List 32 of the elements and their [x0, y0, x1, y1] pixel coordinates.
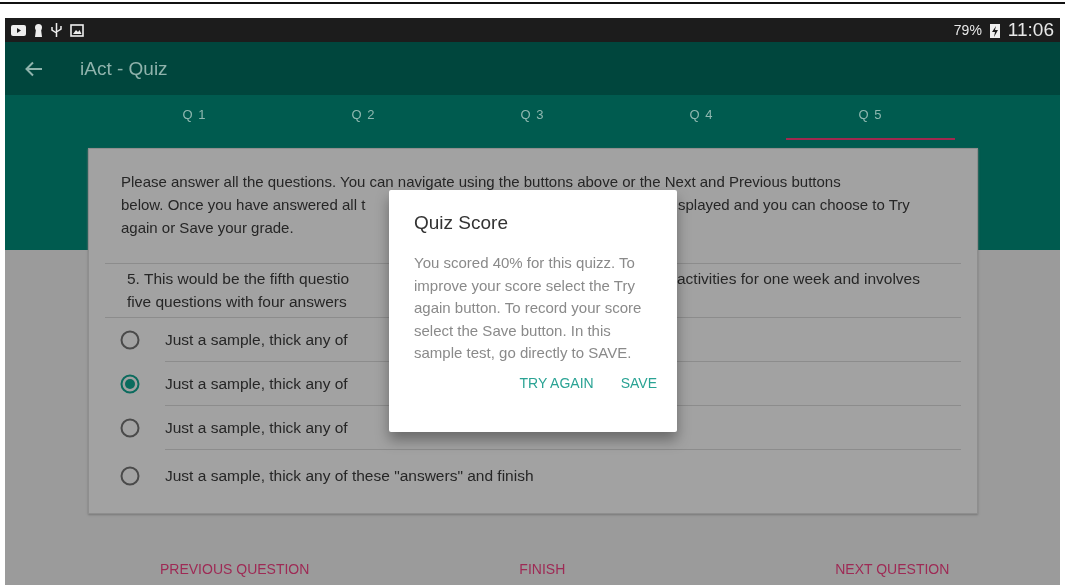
back-arrow-icon[interactable]	[25, 60, 43, 77]
instructions-text: Please answer all the questions. You can navigate using the buttons above or the Next and Previous buttons	[121, 172, 841, 192]
keyhole-icon	[34, 23, 43, 37]
radio-button[interactable]	[120, 330, 140, 350]
image-icon	[70, 23, 84, 37]
battery-icon	[989, 22, 1000, 38]
usb-icon	[51, 23, 62, 37]
radio-button[interactable]	[120, 418, 140, 438]
clock: 11:06	[1007, 19, 1054, 41]
question-text: 5. This would be the fifth questio	[127, 269, 350, 289]
nav-button[interactable]: FINISH	[519, 561, 566, 577]
dialog-title: Quiz Score	[414, 212, 509, 234]
quiz-tab[interactable]: Q 5	[786, 95, 955, 140]
quiz-tab[interactable]: Q 4	[617, 95, 786, 140]
instructions-text: again or Save your grade.	[121, 218, 294, 238]
quiz-tab[interactable]: Q 1	[110, 95, 279, 140]
nav-button[interactable]: NEXT QUESTION	[835, 561, 950, 577]
dialog-button[interactable]: TRY AGAIN	[519, 374, 594, 391]
quiz-tab[interactable]: Q 2	[279, 95, 448, 140]
battery-level: 79%	[953, 22, 982, 38]
radio-button[interactable]	[120, 466, 140, 486]
instructions-text: below. Once you have answered all t	[121, 195, 366, 215]
app-title: iAct - Quiz	[80, 57, 168, 80]
question-text: activities for one week and involves	[677, 269, 920, 289]
radio-button[interactable]	[120, 374, 140, 394]
quiz-tab[interactable]: Q 3	[448, 95, 617, 140]
answer-option: Just a sample, thick any of these "answers" and finish	[165, 450, 961, 502]
instructions-text: splayed and you can choose to Try	[678, 195, 910, 215]
dialog-button[interactable]: SAVE	[620, 374, 657, 391]
question-text: five questions with four answers	[127, 292, 347, 312]
nav-button[interactable]: PREVIOUS QUESTION	[160, 561, 310, 577]
play-icon	[11, 24, 26, 36]
